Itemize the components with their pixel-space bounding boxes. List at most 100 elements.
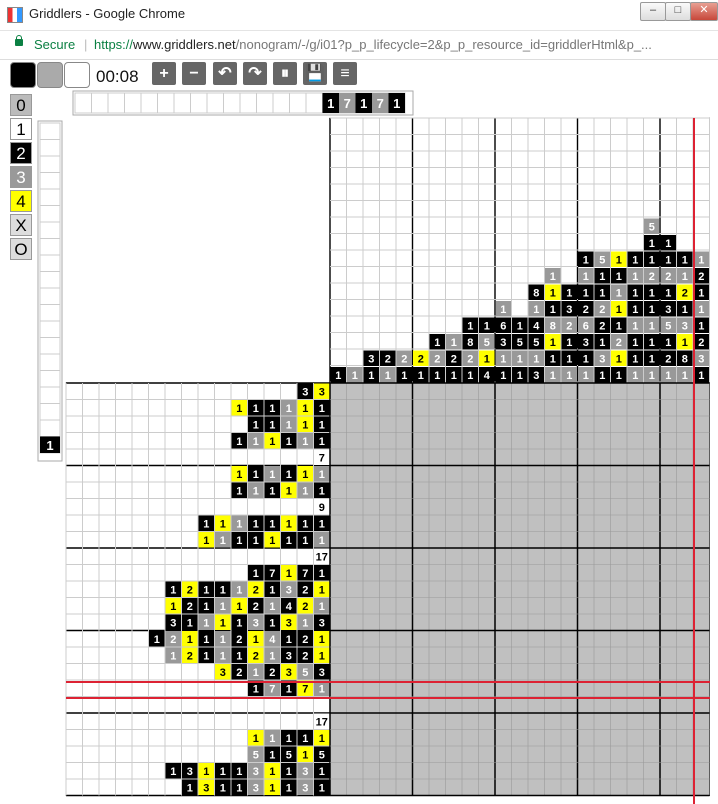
col-clue-cell [627,301,643,317]
col-clue-number: 1 [649,288,655,300]
row-clue-preview-cell [107,92,125,114]
col-clue-number: 3 [368,354,374,366]
row-clue-cell [264,746,280,762]
color-white-swatch[interactable] [64,62,90,88]
palette-item-x[interactable]: X [10,214,32,236]
row-clue-cell [248,532,264,548]
col-clue-number: 1 [616,370,622,382]
row-clue-cell [198,631,214,647]
col-clue-cell [512,350,528,366]
col-clue-number: 1 [550,337,556,349]
col-clue-cell [660,284,676,300]
row-clue-number: 3 [203,783,209,795]
row-clue-number: 1 [253,469,259,481]
row-clue-cell [231,598,247,614]
col-clue-cell [677,334,693,350]
row-clue-number: 1 [319,634,325,646]
col-clue-cell [644,218,660,234]
row-clue-number: 1 [319,535,325,547]
row-clue-cell [215,581,231,597]
row-clue-cell [297,482,313,498]
col-clue-number: 1 [616,321,622,333]
row-clue-number: 2 [187,585,193,597]
row-clue-cell [297,532,313,548]
col-clue-cell [528,367,544,383]
col-clue-preview-cell [39,320,61,338]
col-clue-number: 1 [682,370,688,382]
col-clue-preview-cell [39,205,61,223]
row-clue-cell [281,466,297,482]
row-clue-number: 2 [236,667,242,679]
zoom-out-button[interactable]: − [182,62,206,85]
row-clue-number: 1 [319,733,325,745]
palette-item-2[interactable]: 2 [10,142,32,164]
url-rest: /nonogram/-/g/i01?p_p_lifecycle=2&p_p_re… [235,37,652,52]
color-gray-swatch[interactable] [37,62,63,88]
row-clue-cell [248,482,264,498]
row-clue-number: 1 [302,420,308,432]
palette-item-0[interactable]: 0 [10,94,32,116]
palette-item-3[interactable]: 3 [10,166,32,188]
row-clue-number: 1 [319,568,325,580]
col-clue-number: 2 [698,271,704,283]
maximize-button[interactable]: □ [665,2,691,21]
col-clue-cell [528,284,544,300]
col-clue-cell [545,350,561,366]
row-clue-preview-cell [388,93,405,113]
col-clue-number: 1 [632,337,638,349]
col-clue-preview-cell [39,271,61,289]
col-clue-number: 1 [401,370,407,382]
row-clue-number: 2 [253,601,259,613]
row-clue-number: 1 [170,651,176,663]
redo-button[interactable]: ↷ [243,62,267,85]
undo-button[interactable]: ↶ [213,62,237,85]
row-clue-cell [314,482,330,498]
row-clue-number: 1 [286,486,292,498]
col-clue-cell [545,301,561,317]
col-clue-number: 1 [566,354,572,366]
row-clue-number: 1 [269,486,275,498]
col-clue-number: 2 [665,354,671,366]
close-button[interactable]: ✕ [690,2,718,21]
row-clue-preview-number: 1 [327,96,334,111]
row-clue-cell [297,400,313,416]
palette-item-1[interactable]: 1 [10,118,32,140]
row-clue-number: 1 [220,519,226,531]
col-clue-cell [462,317,478,333]
palette-item-o[interactable]: O [10,238,32,260]
address-bar[interactable]: Secure | https://www.griddlers.net/nonog… [0,31,718,60]
col-clue-number: 8 [682,354,688,366]
col-clue-preview-cell [39,403,61,421]
col-clue-number: 1 [682,255,688,267]
col-clue-number: 3 [583,337,589,349]
row-clue-cell [198,779,214,795]
row-clue-number: 1 [319,783,325,795]
zoom-in-button[interactable]: + [152,62,176,85]
col-clue-number: 2 [698,337,704,349]
col-clue-cell [677,350,693,366]
row-clue-cell [314,449,330,465]
row-clue-cell [248,647,264,663]
col-clue-number: 1 [616,255,622,267]
row-clue-cell [314,746,330,762]
row-clue-preview-cell [140,92,158,114]
row-clue-number: 1 [203,634,209,646]
url-text[interactable]: https://www.griddlers.net/nonogram/-/g/i… [94,37,652,52]
minimize-button[interactable]: ‒ [640,2,666,21]
row-clue-number: 2 [170,634,176,646]
row-clue-cell [231,581,247,597]
pause-button[interactable]: ⏸ [273,62,297,85]
col-clue-number: 2 [418,354,424,366]
col-clue-number: 1 [632,271,638,283]
col-clue-number: 2 [583,304,589,316]
row-clue-cell [264,763,280,779]
save-button[interactable]: 💾 [303,62,327,85]
column-clue-area [329,117,710,384]
row-clue-number: 1 [319,585,325,597]
row-clue-number: 3 [302,766,308,778]
color-black-swatch[interactable] [10,62,36,88]
palette-item-4[interactable]: 4 [10,190,32,212]
menu-button[interactable]: ≡ [333,62,357,85]
row-clue-number: 1 [220,783,226,795]
col-clue-cell [578,317,594,333]
